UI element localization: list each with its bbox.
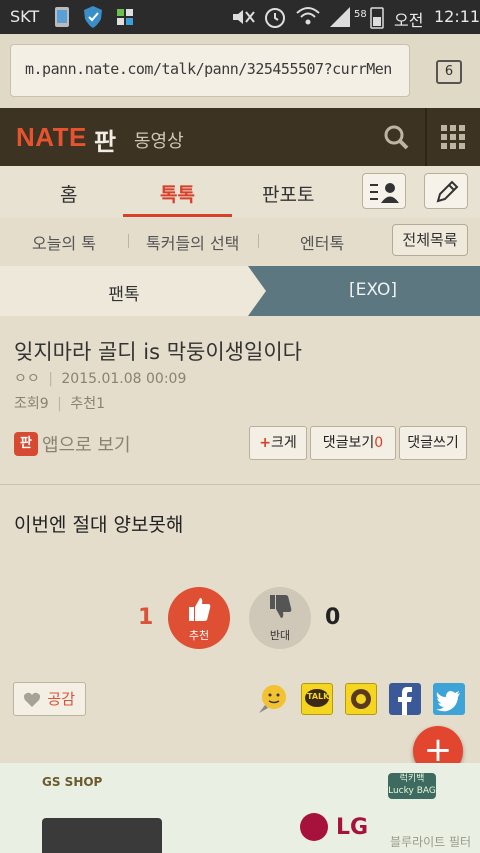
battery-level: 58 (354, 9, 367, 20)
pencil-icon (436, 180, 459, 203)
emoticon-icon (259, 685, 286, 713)
url-text: m.pann.nate.com/talk/pann/325455507?curr… (25, 60, 392, 78)
lg-logo-icon (300, 813, 328, 841)
watermark-text: 블루라이트 필터 (390, 835, 472, 849)
video-link[interactable]: 동영상 (134, 127, 184, 153)
breadcrumb: 팬톡 [EXO] (0, 266, 480, 316)
font-size-label: 크게 (270, 435, 297, 451)
twitter-icon (436, 691, 460, 712)
search-icon[interactable] (376, 118, 416, 156)
post-body: 이번엔 절대 양보못해 (14, 514, 184, 536)
all-list-button[interactable]: 전체목록 (392, 224, 468, 256)
active-tab-indicator (123, 214, 232, 217)
post-date: 2015.01.08 00:09 (61, 371, 187, 387)
recommend-label: 추천 (70, 396, 97, 412)
gs-shop-logo: GS SHOP (42, 775, 103, 789)
empathy-button[interactable]: 공감 (13, 682, 86, 716)
tab-photo[interactable]: 판포토 (262, 180, 314, 207)
kakaotalk-share-button[interactable]: TALK (301, 683, 333, 715)
alarm-icon (265, 8, 285, 28)
post-title: 잊지마라 골디 is 막둥이생일이다 (14, 340, 302, 364)
battery-icon (370, 7, 384, 29)
tab-talk[interactable]: 톡톡 (160, 180, 195, 207)
recommend-vote-count: 1 (138, 605, 154, 630)
lucky-bag-badge: 럭키백 Lucky BAG (388, 773, 436, 799)
thumbs-up-icon (189, 598, 211, 621)
ad-banner[interactable]: GS SHOP 럭키백 Lucky BAG LG 블루라이트 필터 (0, 763, 480, 853)
comments-count: 0 (374, 435, 384, 451)
facebook-icon (398, 687, 412, 715)
write-button[interactable] (424, 173, 468, 209)
kakaostory-icon (351, 689, 371, 709)
tab-home[interactable]: 홈 (60, 180, 77, 207)
app-grid-icon (117, 9, 133, 25)
app-view-link[interactable]: 앱으로 보기 (42, 431, 131, 457)
profile-list-icon (370, 183, 399, 203)
facebook-share-button[interactable] (389, 683, 421, 715)
view-comments-label: 댓글보기 (322, 435, 375, 451)
talk-text: TALK (307, 692, 330, 701)
mute-icon (233, 10, 255, 24)
subnav-separator (258, 234, 259, 248)
thumbs-down-icon (270, 595, 292, 618)
tab-count-button[interactable]: 6 (436, 60, 462, 84)
subnav-today[interactable]: 오늘의 톡 (32, 230, 96, 254)
signal-icon (330, 7, 350, 27)
oppose-button[interactable]: 반대 (249, 587, 311, 649)
recommend-button[interactable]: 추천 (168, 587, 230, 649)
font-size-button[interactable]: +크게 (249, 426, 307, 460)
empathy-label: 공감 (47, 690, 75, 708)
kakaostory-share-button[interactable] (345, 683, 377, 715)
plus-icon: + (259, 435, 271, 451)
post-author-date: ㅇㅇ | 2015.01.08 00:09 (14, 371, 187, 387)
subnav-choice[interactable]: 톡커들의 선택 (146, 230, 239, 254)
pann-label[interactable]: 판 (94, 122, 116, 157)
address-bar[interactable]: m.pann.nate.com/talk/pann/325455507?curr… (10, 44, 410, 97)
shield-icon (84, 6, 102, 28)
profile-button[interactable] (362, 173, 406, 209)
grid-menu-icon[interactable] (440, 124, 466, 150)
nate-logo[interactable]: NATE (16, 122, 87, 153)
subnav-enter[interactable]: 엔터톡 (300, 230, 344, 254)
breadcrumb-fantalk[interactable]: 팬톡 (0, 280, 248, 305)
breadcrumb-exo[interactable]: [EXO] (266, 280, 480, 300)
url-area: m.pann.nate.com/talk/pann/325455507?curr… (0, 34, 480, 108)
views-count: 9 (39, 396, 49, 412)
phone-icon (55, 7, 69, 27)
twitter-share-button[interactable] (433, 683, 465, 715)
site-header: NATE 판 동영상 (0, 108, 480, 166)
pann-app-icon[interactable]: 판 (14, 432, 38, 456)
oppose-vote-count: 0 (325, 605, 341, 630)
emoticon-share-button[interactable] (257, 683, 289, 715)
ampm-label: 오전 (394, 11, 424, 30)
status-bar: SKT 58 오전 12:11 (0, 0, 480, 34)
recommend-count: 1 (96, 396, 105, 412)
carrier-label: SKT (10, 7, 40, 26)
post-author: ㅇㅇ (14, 371, 40, 387)
views-label: 조회 (14, 396, 40, 412)
tab-bar: 홈 톡톡 판포토 (0, 166, 480, 219)
lg-brand: LG (336, 815, 369, 840)
breadcrumb-arrow (248, 266, 266, 316)
recommend-vote-label: 추천 (188, 629, 210, 642)
write-comment-button[interactable]: 댓글쓰기 (399, 426, 467, 460)
clock: 12:11 (434, 7, 480, 26)
heart-icon (23, 692, 41, 707)
wifi-icon (296, 7, 320, 25)
laptop-image (42, 818, 162, 853)
oppose-vote-label: 반대 (269, 629, 291, 642)
view-comments-button[interactable]: 댓글보기0 (310, 426, 396, 460)
content-divider (0, 484, 480, 485)
header-divider (425, 108, 427, 166)
subnav-separator (128, 234, 129, 248)
sub-navigation: 오늘의 톡 톡커들의 선택 엔터톡 전체목록 (0, 218, 480, 267)
post-stats: 조회9 | 추천1 (14, 396, 105, 412)
